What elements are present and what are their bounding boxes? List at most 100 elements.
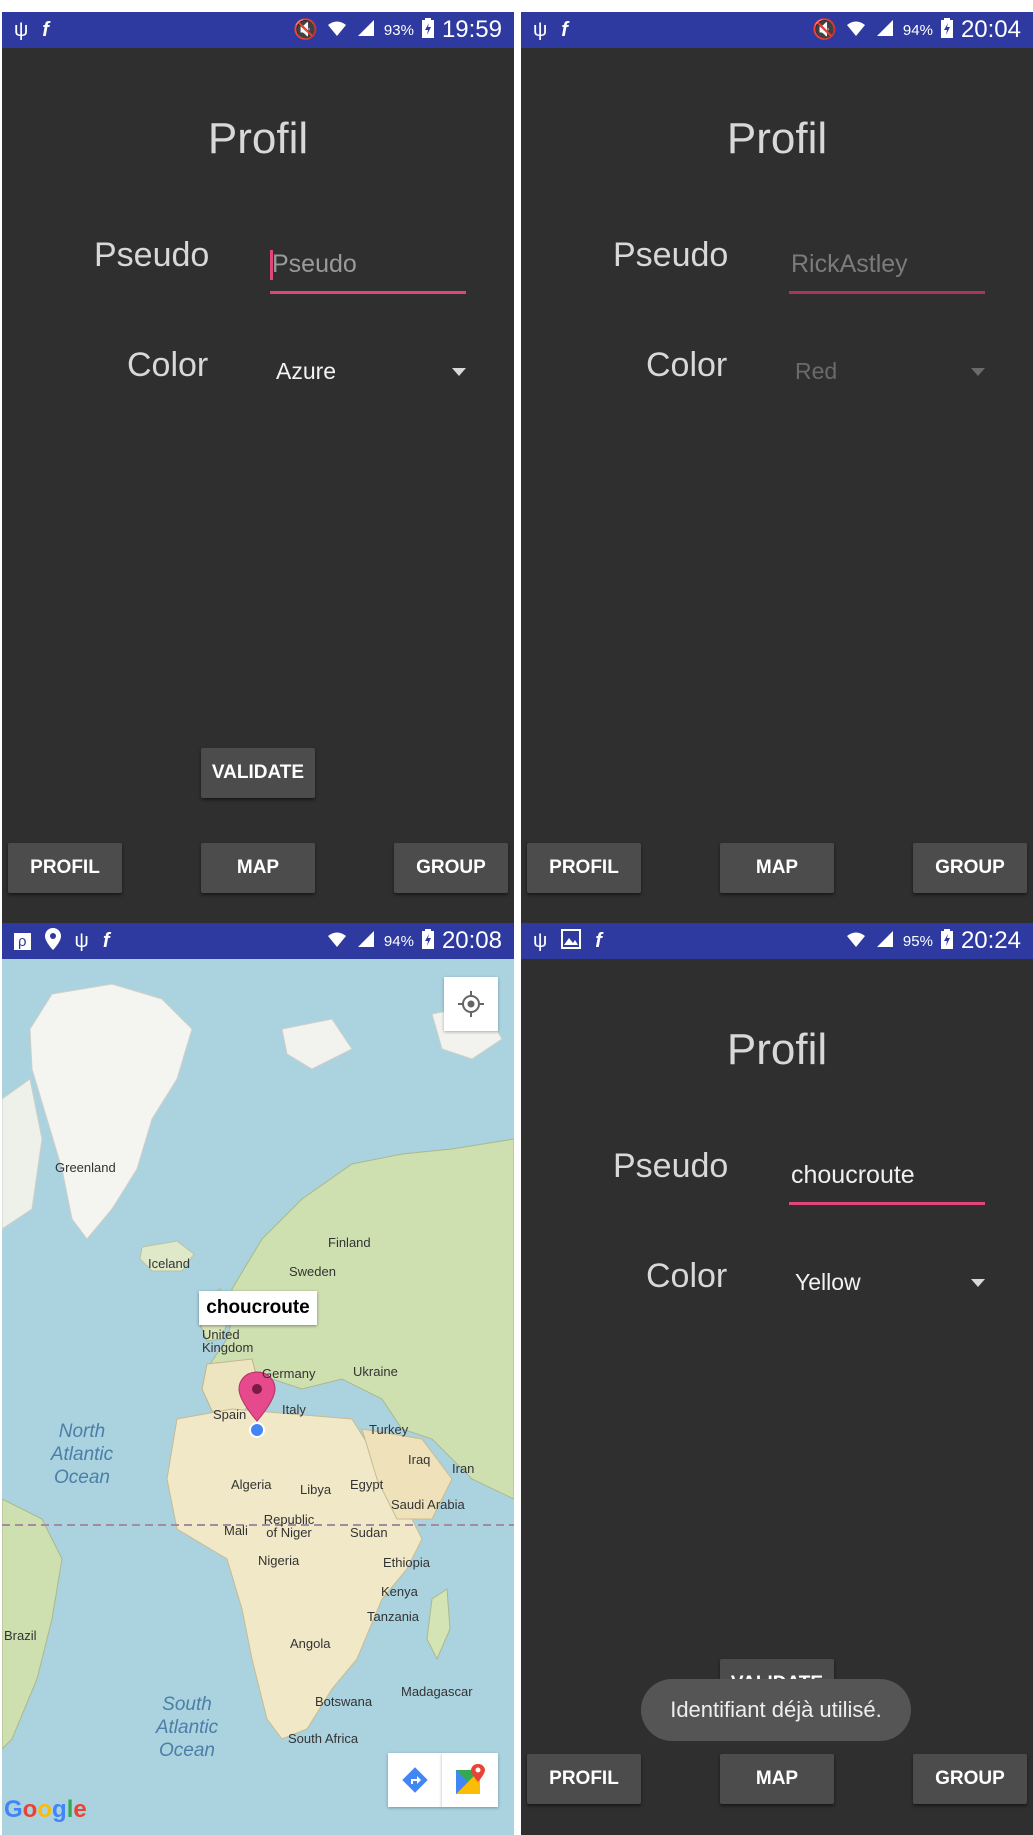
color-label: Color bbox=[127, 346, 209, 384]
map-label-madagascar: Madagascar bbox=[401, 1684, 473, 1699]
map-label-nigeria: Nigeria bbox=[258, 1553, 300, 1568]
clock: 20:04 bbox=[960, 16, 1021, 43]
battery-percent: 93% bbox=[383, 21, 414, 39]
map-label-tanzania: Tanzania bbox=[367, 1609, 420, 1624]
map-label-ethiopia: Ethiopia bbox=[383, 1555, 430, 1570]
color-select[interactable]: Red bbox=[795, 358, 989, 398]
my-location-button[interactable] bbox=[444, 977, 498, 1031]
usb-icon: ψ bbox=[14, 19, 29, 41]
marker-info-window[interactable]: choucroute bbox=[199, 1291, 317, 1325]
toast-message: Identifiant déjà utilisé. bbox=[641, 1679, 911, 1741]
nav-profil-button[interactable]: PROFIL bbox=[527, 1754, 641, 1804]
image-icon bbox=[561, 929, 582, 953]
battery-percent: 94% bbox=[383, 932, 414, 950]
color-label: Color bbox=[646, 1257, 728, 1295]
map-label-libya: Libya bbox=[300, 1482, 332, 1497]
wifi-icon bbox=[326, 929, 348, 953]
directions-icon bbox=[402, 1767, 428, 1793]
map-label-iran: Iran bbox=[452, 1461, 475, 1476]
map-label-uk: United Kingdom bbox=[202, 1327, 254, 1355]
clock: 20:08 bbox=[441, 927, 502, 954]
dropdown-arrow-icon bbox=[452, 368, 466, 376]
madagascar-shape bbox=[426, 1588, 451, 1661]
status-bar: ρ ψ f 94% 20:08 bbox=[2, 923, 514, 959]
map-label-mali: Mali bbox=[224, 1523, 248, 1538]
nav-group-button[interactable]: GROUP bbox=[913, 843, 1027, 893]
map-label-south-africa: South Africa bbox=[288, 1731, 359, 1746]
map-label-turkey: Turkey bbox=[369, 1422, 409, 1437]
nav-profil-button[interactable]: PROFIL bbox=[8, 843, 122, 893]
screen-profile-disabled: ψ f 🔇 94% 20:04 Profil Pseudo RickAstley… bbox=[521, 12, 1033, 924]
color-value: Yellow bbox=[795, 1269, 861, 1295]
open-google-maps-button[interactable] bbox=[442, 1753, 498, 1807]
pseudo-label: Pseudo bbox=[613, 1147, 729, 1185]
page-title: Profil bbox=[207, 114, 309, 163]
map-label-greenland: Greenland bbox=[55, 1160, 116, 1175]
map-label-algeria: Algeria bbox=[231, 1477, 272, 1492]
screen-profile-toast: ψ f 95% 20:24 Profil Pseudo choucroute C… bbox=[521, 923, 1033, 1835]
nav-map-button[interactable]: MAP bbox=[720, 843, 834, 893]
nav-group-button[interactable]: GROUP bbox=[913, 1754, 1027, 1804]
signal-icon bbox=[356, 929, 376, 953]
app-notification-icon: ρ bbox=[14, 932, 31, 950]
nav-map-button[interactable]: MAP bbox=[201, 843, 315, 893]
color-select[interactable]: Yellow bbox=[795, 1269, 989, 1309]
north-canada-shape bbox=[2, 1078, 43, 1230]
color-value: Azure bbox=[276, 358, 337, 384]
map-label-germany: Germany bbox=[262, 1366, 316, 1381]
pseudo-input[interactable]: Pseudo bbox=[270, 244, 466, 294]
mute-icon: 🔇 bbox=[293, 19, 318, 41]
pseudo-label: Pseudo bbox=[94, 236, 210, 274]
signal-icon bbox=[875, 929, 895, 953]
map-label-iceland: Iceland bbox=[148, 1256, 190, 1271]
status-bar: ψ f 🔇 94% 20:04 bbox=[521, 12, 1033, 48]
flipboard-icon: f bbox=[561, 19, 568, 41]
map-label-kenya: Kenya bbox=[381, 1584, 418, 1599]
map-label-south-atlantic: South Atlantic Ocean bbox=[155, 1694, 219, 1761]
color-value: Red bbox=[795, 358, 838, 384]
usb-icon: ψ bbox=[74, 930, 89, 952]
arctic-islands-shape bbox=[281, 1018, 353, 1070]
nav-group-button[interactable]: GROUP bbox=[394, 843, 508, 893]
map-label-sudan: Sudan bbox=[350, 1525, 388, 1540]
south-america-shape bbox=[2, 1498, 63, 1750]
flipboard-icon: f bbox=[42, 19, 49, 41]
color-select[interactable]: Azure bbox=[276, 358, 470, 398]
map-label-finland: Finland bbox=[328, 1235, 371, 1250]
pseudo-input[interactable]: choucroute bbox=[789, 1155, 985, 1205]
signal-icon bbox=[356, 18, 376, 42]
nav-profil-button[interactable]: PROFIL bbox=[527, 843, 641, 893]
wifi-icon bbox=[326, 18, 348, 42]
usb-icon: ψ bbox=[533, 19, 548, 41]
battery-charging-icon bbox=[421, 929, 434, 953]
map-label-angola: Angola bbox=[290, 1636, 331, 1651]
signal-icon bbox=[875, 18, 895, 42]
marker-dot bbox=[252, 1384, 262, 1394]
color-label: Color bbox=[646, 346, 728, 384]
map-label-niger: Republic of Niger bbox=[263, 1512, 315, 1540]
screen-map: ρ ψ f 94% 20:08 Greenland Iceland Finlan… bbox=[2, 923, 514, 1835]
nav-map-button[interactable]: MAP bbox=[720, 1754, 834, 1804]
battery-percent: 94% bbox=[902, 21, 933, 39]
directions-button[interactable] bbox=[388, 1753, 442, 1807]
battery-charging-icon bbox=[940, 929, 953, 953]
dropdown-arrow-icon bbox=[971, 1279, 985, 1287]
map-label-sweden: Sweden bbox=[289, 1264, 336, 1279]
map-label-saudi-arabia: Saudi Arabia bbox=[391, 1497, 465, 1512]
pseudo-input[interactable]: RickAstley bbox=[789, 244, 985, 294]
pseudo-value: choucroute bbox=[791, 1161, 915, 1189]
world-map[interactable] bbox=[2, 959, 514, 1835]
my-location-icon bbox=[458, 991, 484, 1017]
flipboard-icon: f bbox=[595, 930, 602, 952]
map-label-botswana: Botswana bbox=[315, 1694, 373, 1709]
pseudo-label: Pseudo bbox=[613, 236, 729, 274]
status-bar: ψ f 🔇 93% 19:59 bbox=[2, 12, 514, 48]
validate-button[interactable]: VALIDATE bbox=[201, 748, 315, 798]
location-icon bbox=[44, 928, 61, 954]
wifi-icon bbox=[845, 18, 867, 42]
map-label-iraq: Iraq bbox=[408, 1452, 431, 1467]
pseudo-placeholder: Pseudo bbox=[272, 250, 357, 278]
google-logo: Google bbox=[4, 1796, 87, 1823]
clock: 19:59 bbox=[441, 16, 502, 43]
text-cursor bbox=[270, 250, 273, 280]
